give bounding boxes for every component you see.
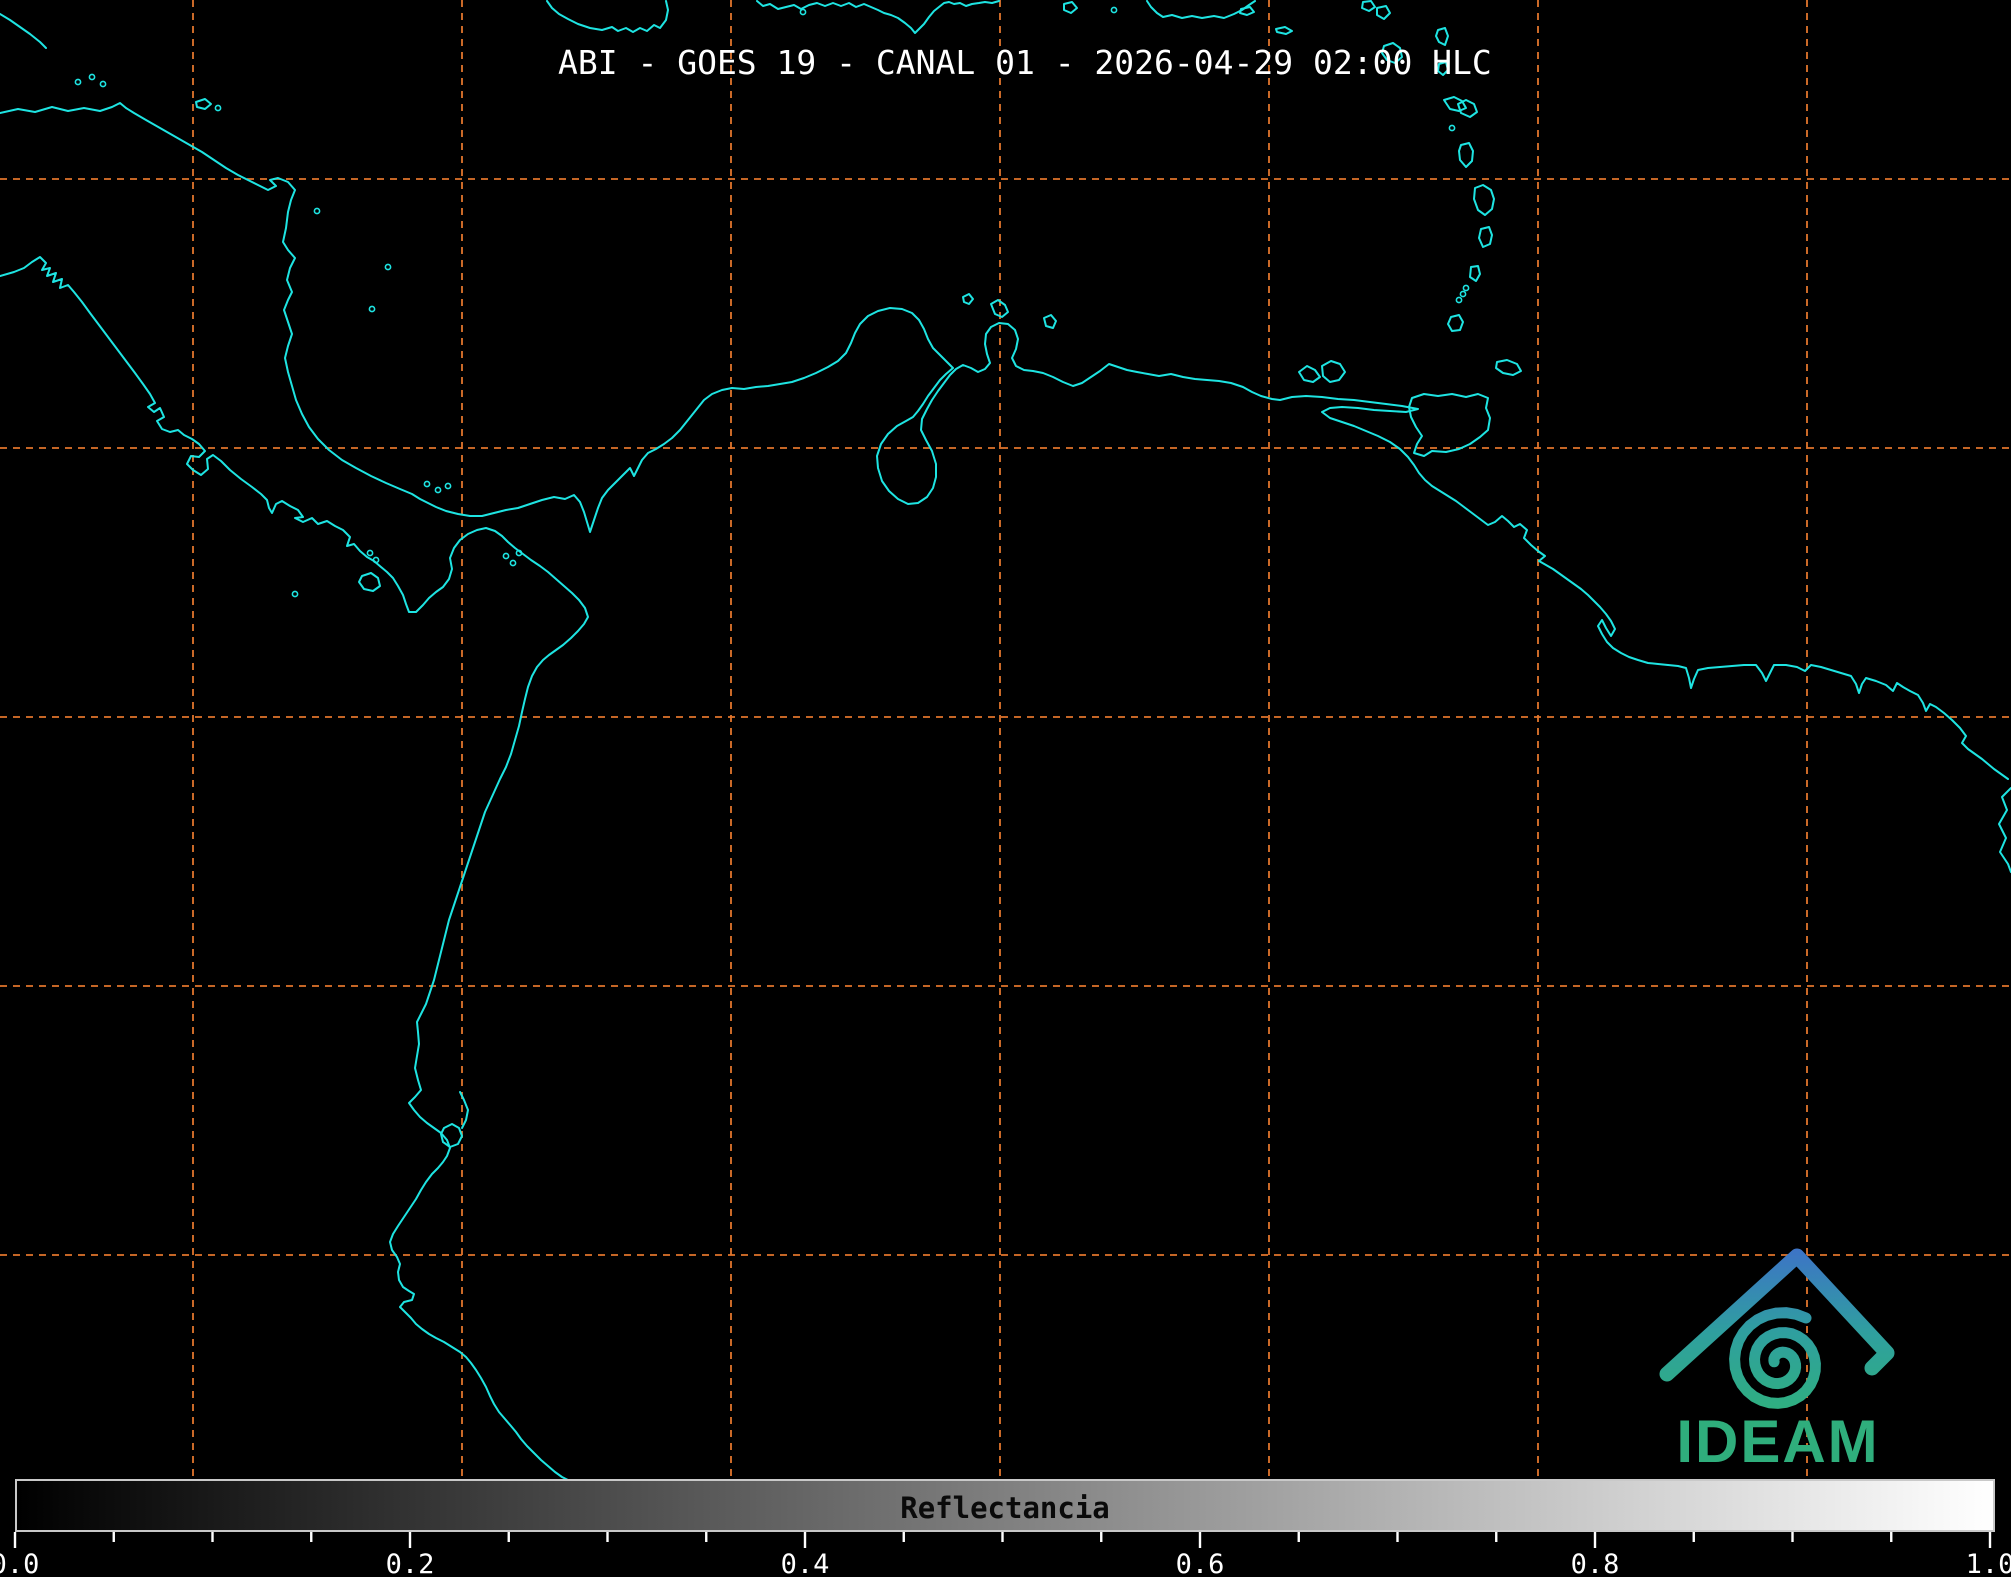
colorbar-tick-label: 0.6 (1175, 1549, 1225, 1577)
logo-hurricane-spiral-icon (1729, 1307, 1821, 1409)
colorbar-tick-label: 0.4 (780, 1549, 830, 1577)
colorbar-tick-label: 1.0 (1965, 1549, 2011, 1577)
ideam-logo: IDEAM (1659, 1248, 1895, 1475)
colorbar-tick-label: 0.8 (1570, 1549, 1620, 1577)
colorbar-ticks (13, 1532, 1992, 1548)
logo-text: IDEAM (1676, 1408, 1879, 1475)
colorbar-tick-label: 0.0 (0, 1549, 40, 1577)
colorbar-gradient: Reflectancia (15, 1479, 1995, 1532)
colorbar-tick-label: 0.2 (385, 1549, 435, 1577)
colorbar-label: Reflectancia (900, 1491, 1110, 1525)
satellite-image-viewport: ABI - GOES 19 - CANAL 01 - 2026-04-29 02… (0, 0, 2011, 1577)
